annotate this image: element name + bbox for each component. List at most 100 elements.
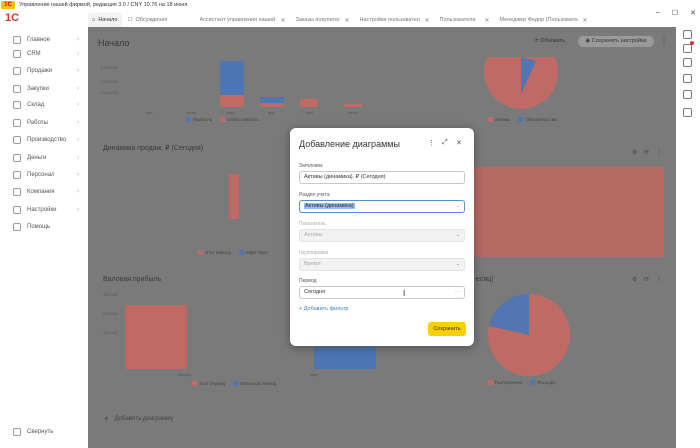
sidebar-item-purchases[interactable]: Закупки › <box>0 82 88 96</box>
tab-user-settings[interactable]: Настройки пользователей и прав ✕ <box>356 13 434 27</box>
search-icon[interactable] <box>683 30 692 39</box>
page-title: Начало <box>98 38 130 48</box>
sales-bar <box>229 174 239 219</box>
gear-icon[interactable]: ⚙ <box>632 276 637 283</box>
money-icon <box>13 154 21 162</box>
refresh-icon[interactable]: ⟳ <box>644 149 649 156</box>
gear-icon[interactable]: ⚙ <box>632 149 637 156</box>
tab-manager-fedor[interactable]: Менеджер Федор (Пользователь) ✕ <box>496 13 592 27</box>
more-menu-icon[interactable]: ⋮ <box>656 149 662 156</box>
refresh-button[interactable]: ⟳ Обновить <box>534 38 565 44</box>
chat-icon: ☐ <box>127 17 133 23</box>
tab-customer-orders[interactable]: Заказы покупателей ✕ <box>292 13 354 27</box>
close-tab-icon[interactable]: ✕ <box>280 17 285 24</box>
bell-icon[interactable] <box>683 44 692 53</box>
close-icon[interactable]: ✕ <box>456 139 462 147</box>
sales-area-right <box>474 167 664 257</box>
close-window-icon[interactable]: ✕ <box>690 9 696 17</box>
add-filter-link[interactable]: + Добавить фильтр <box>299 306 348 312</box>
maximize-icon[interactable]: ☐ <box>672 9 678 17</box>
sidebar-item-money[interactable]: Деньги › <box>0 151 88 165</box>
minimize-icon[interactable]: – <box>656 9 660 17</box>
add-chart-button[interactable]: + Добавить диаграмму <box>104 414 173 423</box>
chevron-right-icon: › <box>77 102 79 108</box>
tab-users[interactable]: Пользователи ✕ <box>436 13 494 27</box>
sidebar-item-production[interactable]: Производство › <box>0 133 88 147</box>
home-icon <box>13 36 21 44</box>
tab-discussions[interactable]: ☐ Обсуждения <box>124 13 194 27</box>
crm-icon <box>13 50 21 58</box>
chevron-right-icon: › <box>77 86 79 92</box>
refresh-icon: ⟳ <box>534 38 539 44</box>
bar-april-red <box>260 103 284 107</box>
star-icon[interactable] <box>683 74 692 83</box>
sales-chart-title: Динамика продаж, ₽ (Сегодня) <box>103 145 204 152</box>
more-menu-icon[interactable]: ⋮ <box>428 139 435 147</box>
chevron-right-icon: › <box>77 51 79 57</box>
period-select[interactable]: Сегодня ··· <box>299 286 465 299</box>
brand-logo: 1С <box>5 12 20 24</box>
add-chart-dialog: Добавление диаграммы ⋮ ⤢ ✕ Заголовок Акт… <box>290 128 474 346</box>
gross-bar-march <box>314 347 376 369</box>
gross-profit-title: Валовая прибыль <box>103 276 162 283</box>
bar-march-red <box>220 95 244 107</box>
app-logo-icon: 1С <box>1 0 15 9</box>
warehouse-icon <box>13 101 21 109</box>
sidebar-item-sales[interactable]: Продажи › <box>0 64 88 78</box>
tab-strip: ⌂ Начало ☐ Обсуждения Ассистент управлен… <box>88 10 594 27</box>
chevron-down-icon: ⌄ <box>455 261 460 267</box>
sidebar-item-warehouse[interactable]: Склад › <box>0 98 88 112</box>
more-menu-icon[interactable]: ⋮ <box>660 37 668 46</box>
collapse-icon <box>13 428 21 436</box>
chevron-right-icon: › <box>77 137 79 143</box>
info-icon[interactable] <box>683 90 692 99</box>
section-select[interactable]: Активы (динамика) ⌄ <box>299 200 465 213</box>
close-tab-icon[interactable]: ✕ <box>582 17 587 24</box>
close-tab-icon[interactable]: ✕ <box>484 17 489 24</box>
menu-icon[interactable] <box>683 108 692 117</box>
bar-march-blue <box>220 61 244 95</box>
legend: Этот период Март 2024 <box>198 250 268 256</box>
tab-start[interactable]: ⌂ Начало <box>88 13 122 27</box>
sidebar-item-personnel[interactable]: Персонал › <box>0 168 88 182</box>
company-icon <box>13 188 21 196</box>
legend: Поступления Расходы <box>488 380 555 386</box>
sidebar-item-help[interactable]: Помощь <box>0 220 88 234</box>
chevron-right-icon: › <box>77 68 79 74</box>
history-icon[interactable] <box>683 58 692 67</box>
sidebar-item-settings[interactable]: Настройки › <box>0 203 88 217</box>
sidebar-item-company[interactable]: Компания › <box>0 185 88 199</box>
indicator-select[interactable]: Активы ⌄ <box>299 229 465 242</box>
refresh-icon[interactable]: ⟳ <box>644 276 649 283</box>
right-toolbar <box>676 27 700 448</box>
chevron-right-icon: › <box>77 189 79 195</box>
person-icon <box>13 171 21 179</box>
sidebar-collapse-button[interactable]: Свернуть <box>13 428 53 436</box>
close-tab-icon[interactable]: ✕ <box>344 17 349 24</box>
sidebar-item-works[interactable]: Работы › <box>0 116 88 130</box>
expand-icon[interactable]: ⤢ <box>442 139 448 147</box>
close-tab-icon[interactable]: ✕ <box>424 17 429 24</box>
chevron-right-icon: › <box>77 155 79 161</box>
sidebar-item-main[interactable]: Главное › <box>0 33 88 47</box>
plus-icon: + <box>104 414 109 423</box>
save-settings-button[interactable]: ◉ Сохранить настройки <box>578 36 654 47</box>
sales-icon <box>13 67 21 75</box>
sidebar: Главное › CRM › Продажи › Закупки › Склад › Р… <box>0 27 88 448</box>
more-menu-icon[interactable]: ⋮ <box>656 276 662 283</box>
window-title-bar: 1С Управление нашей фирмой, редакция 3.0… <box>0 0 700 9</box>
more-horizontal-icon: ··· <box>455 289 460 295</box>
dialog-title: Добавление диаграммы <box>299 139 400 149</box>
cashflow-pie-chart <box>488 294 570 376</box>
cart-icon <box>13 85 21 93</box>
legend: Активы Обязательства <box>488 117 557 123</box>
title-input[interactable]: Активы (динамика), ₽ (Сегодня) <box>299 171 465 184</box>
sidebar-item-crm[interactable]: CRM › <box>0 47 88 61</box>
chevron-right-icon: › <box>77 172 79 178</box>
tab-assistant[interactable]: Ассистент управления нашей фирмой ✕ <box>196 13 290 27</box>
save-button[interactable]: Сохранить <box>428 322 466 336</box>
gear-icon <box>13 206 21 214</box>
chevron-down-icon: ⌄ <box>455 203 460 209</box>
grouping-select[interactable]: Время ⌄ <box>299 258 465 271</box>
legend: Этот период Прошлый период <box>192 381 276 387</box>
